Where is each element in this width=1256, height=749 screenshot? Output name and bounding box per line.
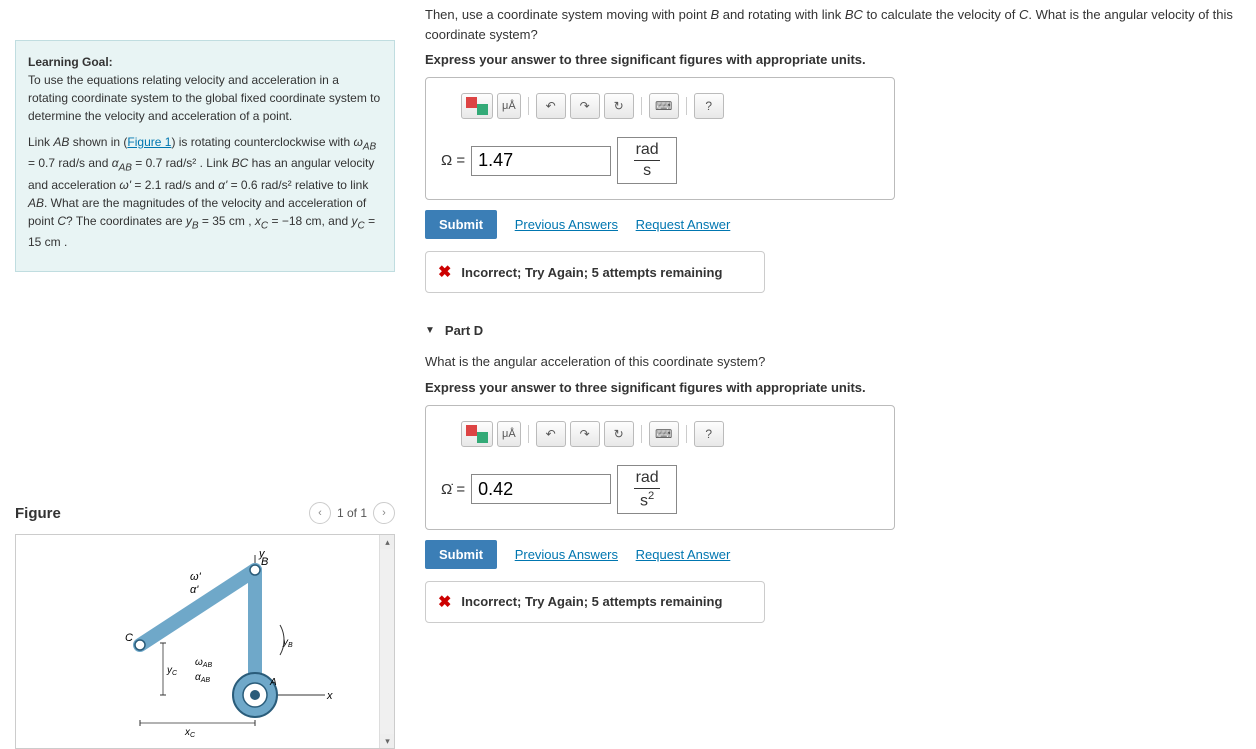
figure-viewport: x y B C ω' α' yB ωAB αAB (15, 534, 395, 749)
svg-text:ωAB: ωAB (195, 657, 212, 669)
scroll-up-icon[interactable]: ▴ (380, 535, 395, 549)
incorrect-icon: ✖ (438, 262, 451, 282)
svg-text:yB: yB (282, 637, 293, 649)
svg-text:yC: yC (166, 665, 178, 677)
fraction-line (634, 160, 660, 161)
reset-button[interactable]: ↻ (604, 421, 634, 447)
unit-denominator: s (643, 163, 651, 179)
toolbar-separator (641, 425, 642, 443)
svg-text:α': α' (190, 584, 199, 596)
partd-feedback: ✖ Incorrect; Try Again; 5 attempts remai… (425, 581, 765, 623)
figure-diagram: x y B C ω' α' yB ωAB αAB (65, 545, 345, 745)
partc-unit-box[interactable]: rad s (617, 137, 677, 184)
partd-submit-button[interactable]: Submit (425, 540, 497, 569)
figure-nav-label: 1 of 1 (337, 506, 367, 520)
partd-previous-answers-link[interactable]: Previous Answers (515, 547, 618, 562)
svg-text:A: A (269, 677, 277, 688)
partc-previous-answers-link[interactable]: Previous Answers (515, 217, 618, 232)
unit-numerator: rad (636, 142, 659, 158)
partd-prompt: What is the angular acceleration of this… (425, 352, 1241, 372)
partd-instruct: Express your answer to three significant… (425, 380, 1241, 395)
toolbar-separator (641, 97, 642, 115)
figure-next-button[interactable]: › (373, 502, 395, 524)
templates-button[interactable] (461, 93, 493, 119)
partc-feedback-text: Incorrect; Try Again; 5 attempts remaini… (461, 265, 722, 280)
figure-title: Figure (15, 505, 61, 522)
partd-answer-input[interactable] (471, 474, 611, 504)
partc-prompt: Then, use a coordinate system moving wit… (425, 5, 1241, 44)
svg-text:xC: xC (184, 727, 196, 739)
partc-request-answer-link[interactable]: Request Answer (636, 217, 731, 232)
partd-feedback-text: Incorrect; Try Again; 5 attempts remaini… (461, 594, 722, 609)
special-chars-button[interactable]: μÅ (497, 421, 521, 447)
help-button[interactable]: ? (694, 421, 724, 447)
keyboard-button[interactable]: ⌨ (649, 93, 679, 119)
toolbar-separator (686, 425, 687, 443)
help-button[interactable]: ? (694, 93, 724, 119)
partc-feedback: ✖ Incorrect; Try Again; 5 attempts remai… (425, 251, 765, 293)
svg-text:x: x (326, 690, 333, 702)
partd-answer-box: μÅ ↶ ↷ ↻ ⌨ ? Ω̇ = rad s2 (425, 405, 895, 530)
undo-button[interactable]: ↶ (536, 93, 566, 119)
partd-unit-box[interactable]: rad s2 (617, 465, 677, 514)
partc-answer-input[interactable] (471, 146, 611, 176)
learning-goal-box: Learning Goal: To use the equations relat… (15, 40, 395, 272)
figure-link[interactable]: Figure 1 (127, 135, 171, 149)
figure-prev-button[interactable]: ‹ (309, 502, 331, 524)
partc-input-label: Ω = (441, 152, 465, 169)
incorrect-icon: ✖ (438, 592, 451, 612)
toolbar-separator (528, 425, 529, 443)
toolbar-separator (686, 97, 687, 115)
unit-denominator: s2 (640, 491, 654, 509)
partd-request-answer-link[interactable]: Request Answer (636, 547, 731, 562)
redo-button[interactable]: ↷ (570, 421, 600, 447)
redo-button[interactable]: ↷ (570, 93, 600, 119)
undo-button[interactable]: ↶ (536, 421, 566, 447)
special-chars-button[interactable]: μÅ (497, 93, 521, 119)
svg-text:C: C (125, 632, 133, 644)
partd-header: Part D (445, 323, 483, 338)
svg-text:αAB: αAB (195, 672, 210, 684)
learning-goal-p2: Link AB shown in (Figure 1) is rotating … (28, 133, 382, 251)
partd-input-label: Ω̇ = (441, 481, 465, 498)
scroll-down-icon[interactable]: ▾ (380, 734, 395, 748)
toolbar-separator (528, 97, 529, 115)
partd-collapse-toggle[interactable]: ▼ (425, 325, 435, 336)
unit-numerator: rad (636, 470, 659, 486)
figure-scrollbar[interactable]: ▴ ▾ (379, 535, 394, 748)
svg-text:B: B (261, 556, 268, 568)
partc-submit-button[interactable]: Submit (425, 210, 497, 239)
reset-button[interactable]: ↻ (604, 93, 634, 119)
svg-text:ω': ω' (190, 571, 202, 583)
templates-button[interactable] (461, 421, 493, 447)
keyboard-button[interactable]: ⌨ (649, 421, 679, 447)
fraction-line (634, 488, 660, 489)
partc-instruct: Express your answer to three significant… (425, 52, 1241, 67)
partc-answer-box: μÅ ↶ ↷ ↻ ⌨ ? Ω = rad s (425, 77, 895, 200)
learning-goal-p1: To use the equations relating velocity a… (28, 73, 380, 123)
learning-goal-heading: Learning Goal: (28, 55, 113, 69)
